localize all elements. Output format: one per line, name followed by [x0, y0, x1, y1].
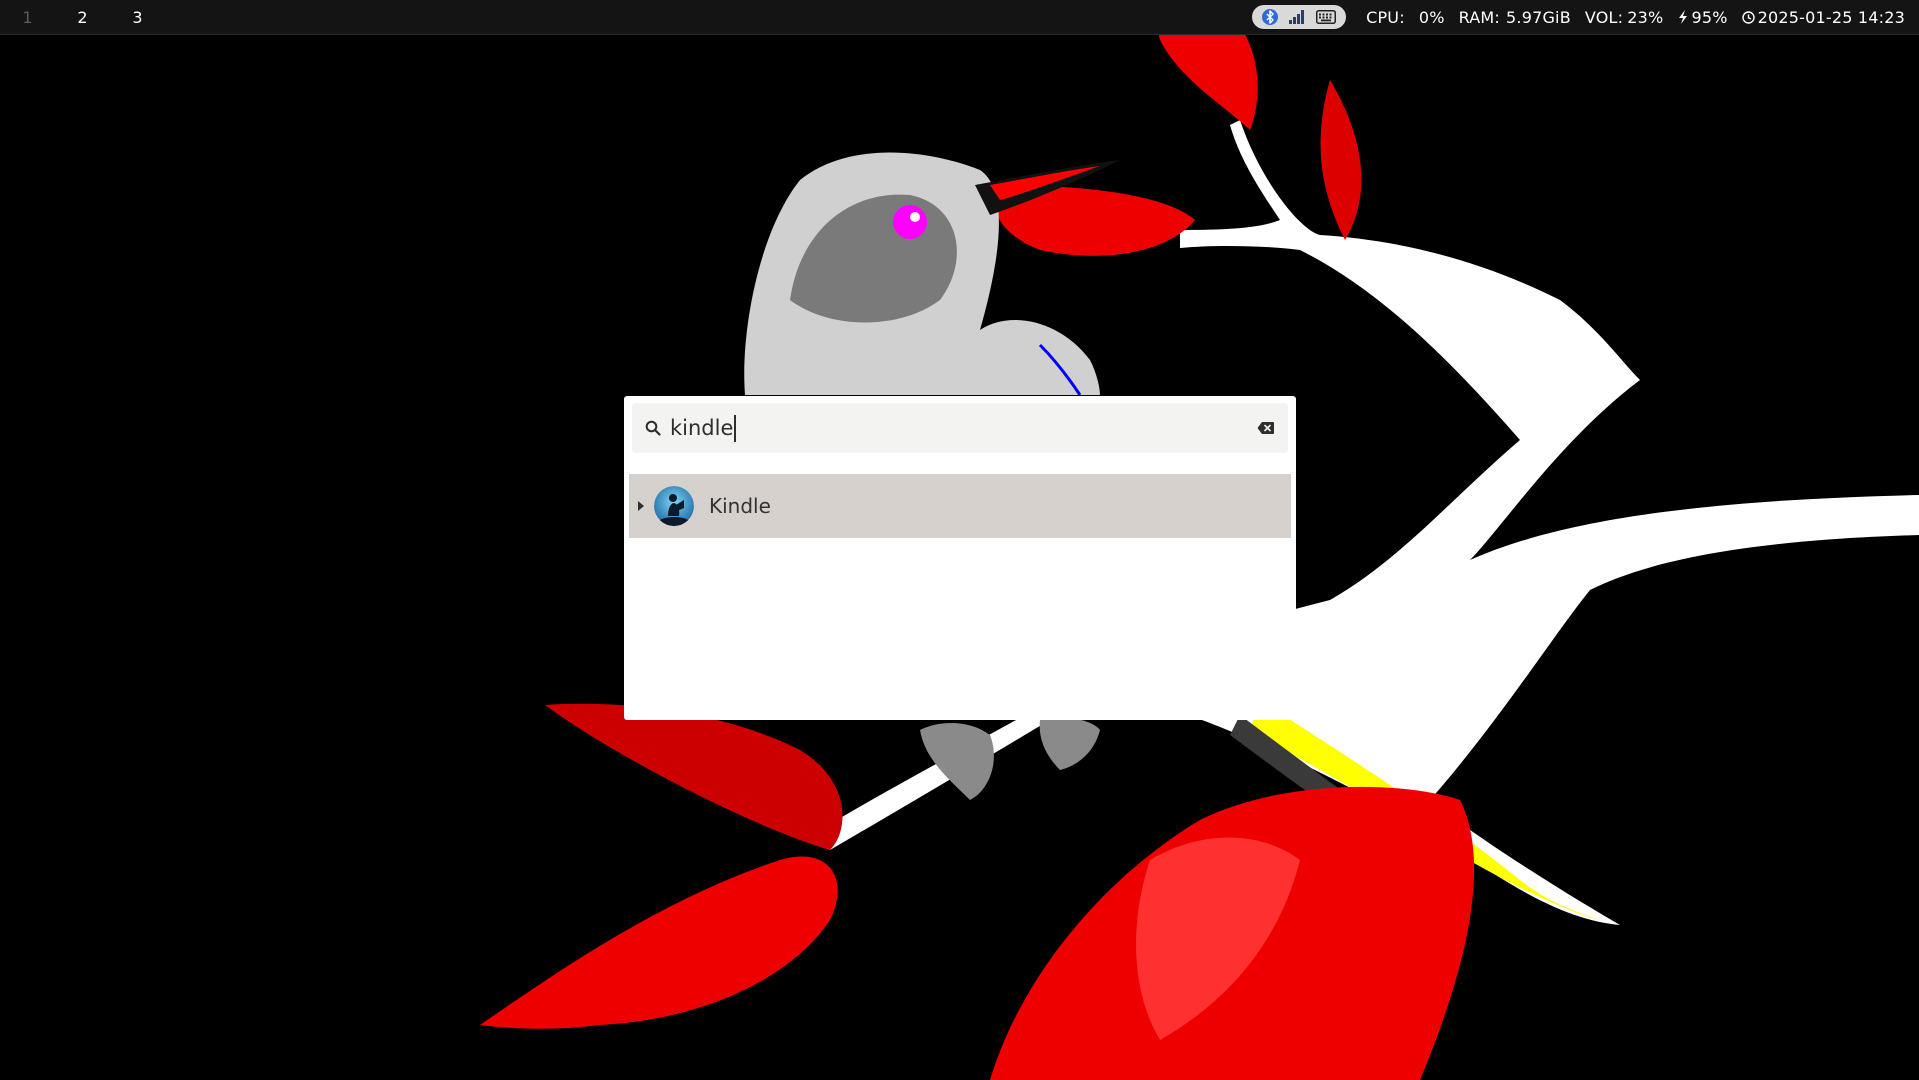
system-tray: [1252, 5, 1347, 29]
expand-arrow-icon[interactable]: [637, 501, 645, 511]
charging-icon: [1677, 10, 1689, 24]
bluetooth-icon[interactable]: [1262, 8, 1279, 26]
search-input[interactable]: kindle: [670, 414, 737, 442]
search-bar[interactable]: kindle: [632, 403, 1288, 453]
cpu-value: 0%: [1418, 7, 1445, 27]
search-result-kindle[interactable]: Kindle: [629, 474, 1291, 538]
clock[interactable]: 2025-01-25 14:23: [1741, 7, 1905, 27]
top-bar: 1 2 3 CPU: 0% RAM: 5.97GiB VOL: 23% 95% …: [0, 0, 1919, 35]
ram-label: RAM:: [1458, 7, 1501, 27]
battery-value: 95%: [1691, 7, 1728, 27]
app-launcher: kindle Kindle: [624, 396, 1296, 720]
workspace-2[interactable]: 2: [55, 0, 110, 34]
ram-usage: RAM: 5.97GiB: [1459, 8, 1571, 27]
result-app-name: Kindle: [709, 494, 771, 518]
status-area: CPU: 0% RAM: 5.97GiB VOL: 23% 95% 2025-01-2…: [1252, 0, 1919, 34]
workspace-1[interactable]: 1: [0, 0, 55, 34]
volume[interactable]: VOL: 23%: [1585, 8, 1664, 27]
workspace-3[interactable]: 3: [110, 0, 165, 34]
battery: 95%: [1677, 8, 1727, 27]
workspace-switcher: 1 2 3: [0, 0, 165, 34]
cpu-label: CPU:: [1366, 7, 1405, 27]
clock-icon: [1741, 10, 1755, 24]
clear-icon[interactable]: [1257, 421, 1275, 435]
search-query: kindle: [670, 416, 734, 440]
ram-value: 5.97GiB: [1506, 7, 1571, 27]
keyboard-icon[interactable]: [1316, 10, 1337, 24]
text-caret: [734, 414, 737, 442]
cpu-usage: CPU: 0%: [1366, 8, 1445, 27]
wallpaper-bird-eye: [893, 205, 927, 239]
kindle-app-icon: [654, 486, 694, 526]
vol-value: 23%: [1627, 7, 1664, 27]
clock-value: 2025-01-25 14:23: [1757, 7, 1905, 27]
vol-label: VOL:: [1584, 7, 1624, 27]
search-icon: [645, 420, 661, 436]
network-signal-icon[interactable]: [1288, 9, 1306, 25]
